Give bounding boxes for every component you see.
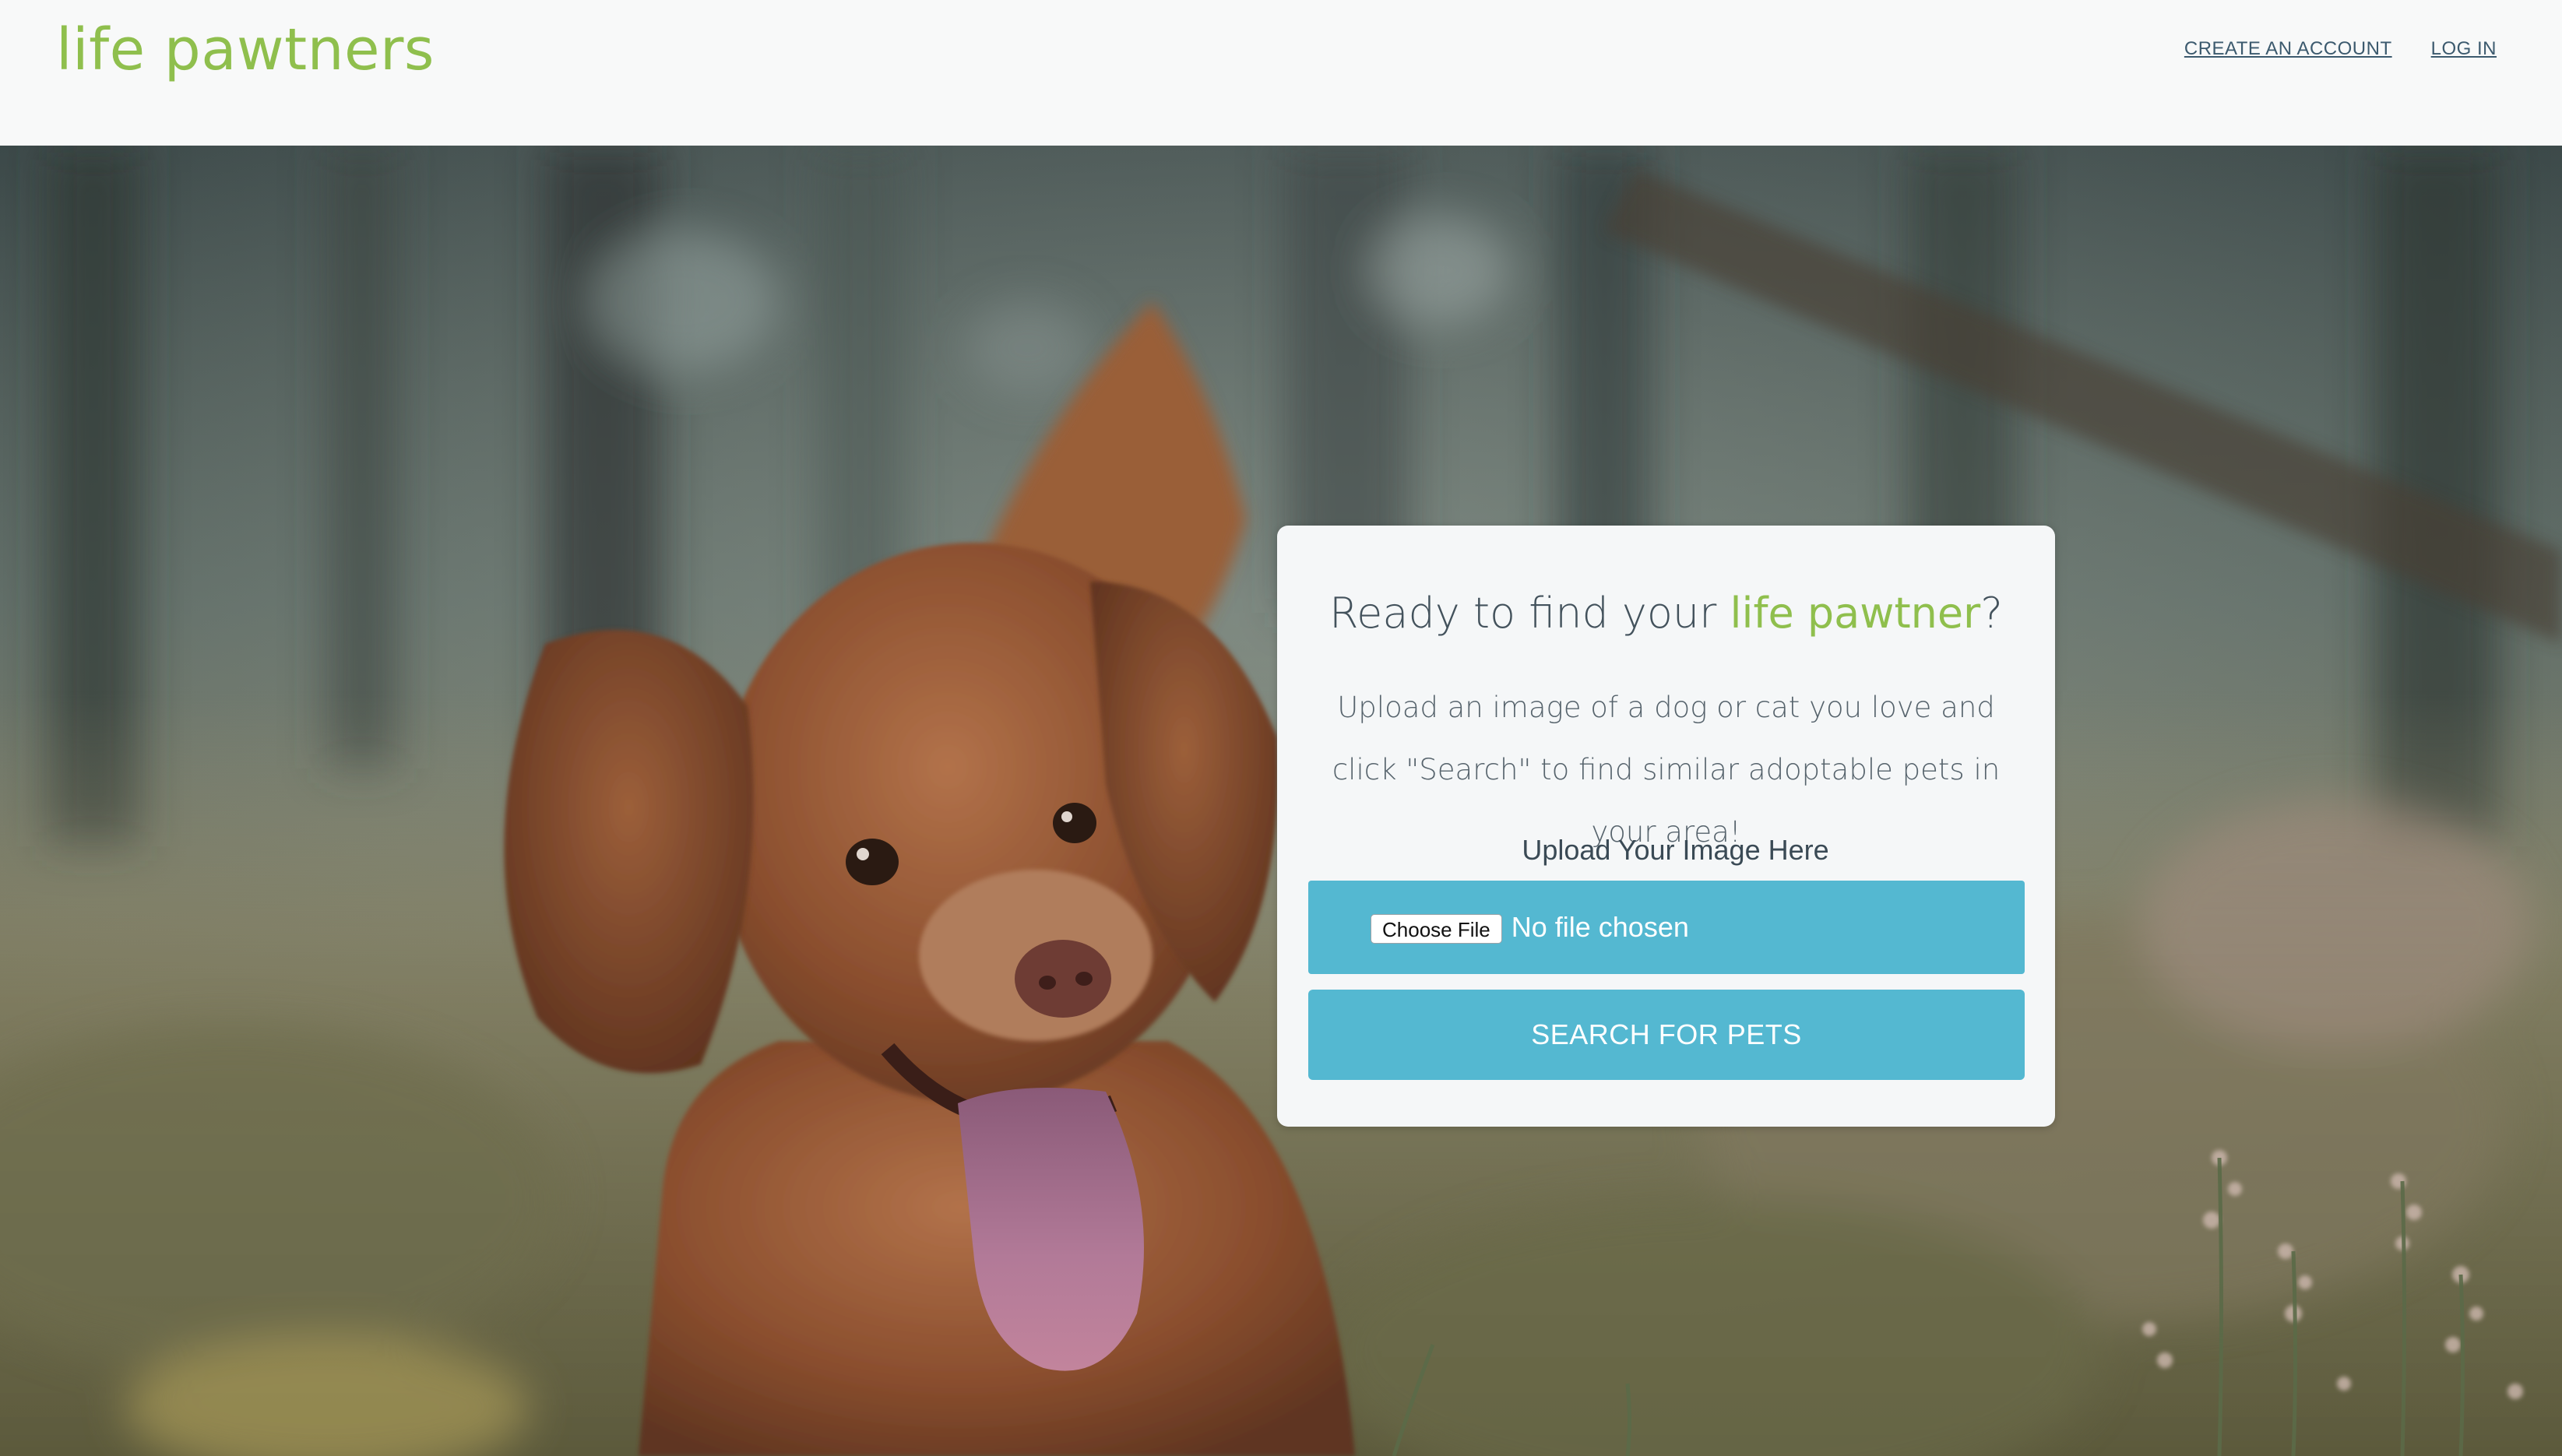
- upload-label: Upload Your Image Here: [1522, 834, 1829, 866]
- heading-accent: life pawtner: [1730, 589, 1981, 638]
- heading-question-mark: ?: [1980, 589, 2003, 638]
- site-logo[interactable]: life pawtners: [56, 12, 435, 87]
- site-header: life pawtners CREATE AN ACCOUNT LOG IN: [0, 0, 2562, 146]
- choose-file-button[interactable]: Choose File: [1371, 914, 1502, 944]
- create-account-link[interactable]: CREATE AN ACCOUNT: [2184, 36, 2392, 62]
- file-status-text: No file chosen: [1511, 911, 1689, 943]
- log-in-link[interactable]: LOG IN: [2431, 36, 2497, 62]
- page: life pawtners CREATE AN ACCOUNT LOG IN R…: [0, 0, 2562, 1456]
- search-for-pets-button[interactable]: SEARCH FOR PETS: [1308, 990, 2025, 1080]
- search-card: Ready to find your life pawtner? Upload …: [1277, 526, 2055, 1127]
- heading-text: Ready to find your: [1329, 589, 1730, 638]
- card-heading: Ready to find your life pawtner?: [1277, 586, 2055, 641]
- top-nav: CREATE AN ACCOUNT LOG IN: [2184, 36, 2497, 62]
- hero-section: Ready to find your life pawtner? Upload …: [0, 146, 2562, 1456]
- file-input[interactable]: Choose File No file chosen: [1308, 881, 2025, 974]
